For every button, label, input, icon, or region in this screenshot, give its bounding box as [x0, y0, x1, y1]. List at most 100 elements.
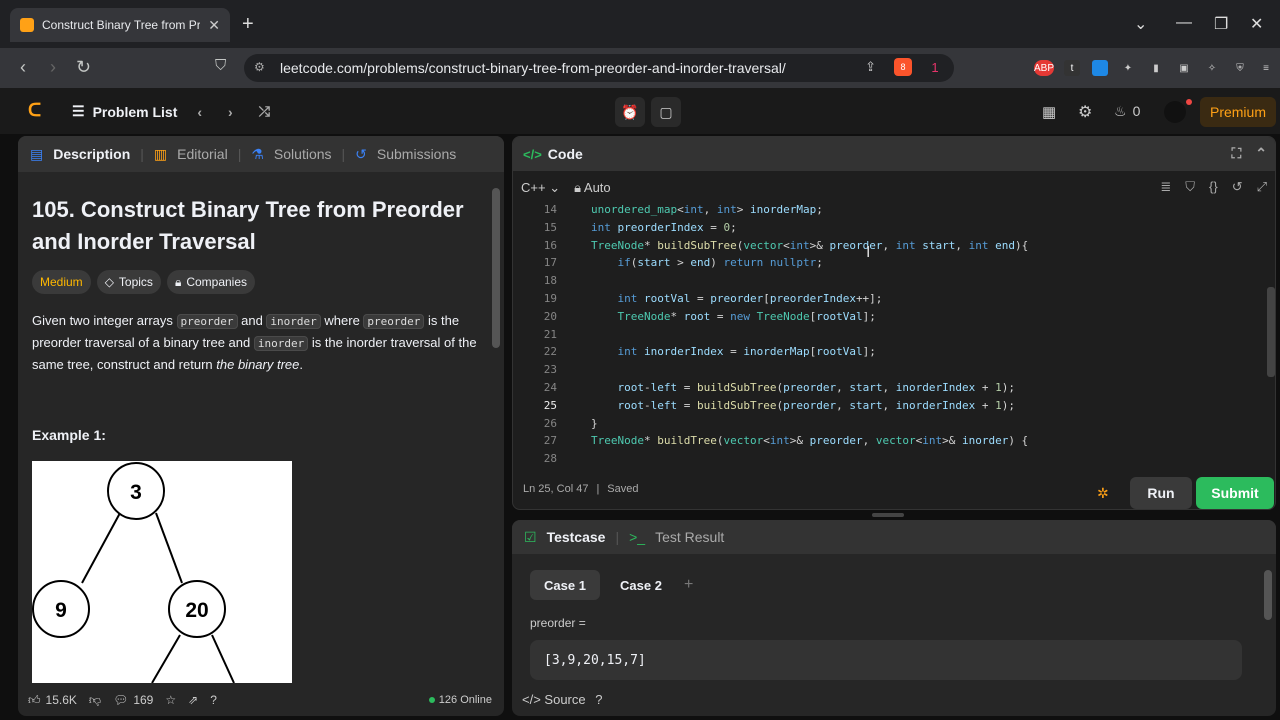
run-button[interactable]: Run	[1130, 477, 1192, 509]
problem-title[interactable]: 105. Construct Binary Tree from Preorder…	[32, 194, 472, 258]
code-line[interactable]: 14 unordered_map<int, int> inorderMap;	[513, 201, 1253, 219]
code-line[interactable]: 20 TreeNode* root = new TreeNode[rootVal…	[513, 308, 1253, 326]
code-line[interactable]: 21	[513, 326, 1253, 344]
site-info-icon[interactable]: ⚙	[254, 60, 265, 74]
code-icon: </>	[522, 692, 541, 707]
testcase-panel: ☑ Testcase | >_ Test Result Case 1 Case …	[512, 520, 1276, 716]
back-icon[interactable]: ‹	[20, 57, 26, 78]
notes-icon[interactable]: ▢	[651, 97, 681, 127]
thumbs-down-icon[interactable]: 👎︎	[89, 693, 101, 708]
problem-list-link[interactable]: Problem List	[93, 104, 178, 120]
close-window-icon[interactable]: ✕	[1250, 14, 1263, 34]
auto-mode[interactable]: 🔒︎ Auto	[574, 180, 611, 196]
description-icon: ▤	[30, 145, 44, 162]
translate-extension-icon[interactable]	[1092, 60, 1108, 76]
panel-resize-handle[interactable]	[872, 513, 904, 517]
bookmark-icon[interactable]: ⛉	[215, 57, 226, 74]
source-link[interactable]: </> Source ?	[522, 692, 602, 707]
code-line[interactable]: 25 root-left = buildSubTree(preorder, st…	[513, 397, 1253, 415]
share-icon[interactable]: ⇪	[865, 59, 876, 75]
star-icon[interactable]: ☆	[165, 693, 176, 707]
scrollbar-thumb[interactable]	[492, 188, 500, 348]
layout-icon[interactable]: ▦	[1042, 103, 1056, 121]
preorder-input[interactable]: [3,9,20,15,7]	[530, 640, 1242, 680]
like-button[interactable]: 👍︎ 15.6K	[28, 693, 77, 708]
forward-icon[interactable]: ›	[50, 57, 56, 78]
code-line[interactable]: 17 if(start > end) return nullptr;	[513, 254, 1253, 272]
reset-icon[interactable]: ↺	[1232, 179, 1243, 195]
timer-icon[interactable]: ⏰	[615, 97, 645, 127]
tab-close-icon[interactable]: ✕	[208, 17, 220, 34]
list-icon[interactable]: ☰	[72, 103, 85, 120]
tab-testcase[interactable]: Testcase	[547, 529, 606, 545]
debug-icon[interactable]: ✲	[1097, 485, 1109, 502]
comments-button[interactable]: 💬︎ 169	[113, 693, 153, 707]
prev-problem-icon[interactable]: ‹	[197, 104, 202, 120]
left-scrollbar[interactable]	[492, 176, 500, 676]
wallet-icon[interactable]: ▣	[1176, 60, 1192, 76]
tab-test-result[interactable]: Test Result	[655, 529, 724, 545]
tab-solutions[interactable]: Solutions	[274, 146, 332, 162]
case-2-tab[interactable]: Case 2	[606, 570, 676, 600]
shuffle-icon[interactable]: ⤮	[259, 103, 270, 120]
help-icon[interactable]: ?	[210, 693, 217, 707]
code-line[interactable]: 28	[513, 450, 1253, 465]
companies-tag[interactable]: 🔒︎ Companies	[166, 270, 256, 294]
code-line[interactable]: 15 int preorderIndex = 0;	[513, 219, 1253, 237]
tab-search-icon[interactable]: ⌄	[1134, 14, 1147, 34]
url-text: leetcode.com/problems/construct-binary-t…	[280, 60, 786, 76]
tab-editorial[interactable]: Editorial	[177, 146, 228, 162]
sidebar-icon[interactable]: ▮	[1148, 60, 1164, 76]
brave-rewards-icon[interactable]: 1	[926, 58, 944, 76]
new-tab-button[interactable]: +	[242, 13, 254, 36]
expand-icon[interactable]: ⤢	[1257, 179, 1267, 195]
restore-icon[interactable]: ❐	[1214, 14, 1228, 34]
case-1-tab[interactable]: Case 1	[530, 570, 600, 600]
help-icon[interactable]: ?	[595, 692, 602, 707]
settings-gear-icon[interactable]: ⚙	[1078, 102, 1092, 122]
brave-shield-icon[interactable]: 8	[894, 58, 912, 76]
tumblr-extension-icon[interactable]: t	[1064, 60, 1080, 76]
code-line[interactable]: 23	[513, 361, 1253, 379]
add-case-button[interactable]: +	[670, 570, 707, 600]
streak-counter[interactable]: ♨ 0	[1114, 103, 1140, 120]
code-editor[interactable]: 14 unordered_map<int, int> inorderMap; 15 i…	[513, 201, 1275, 465]
code-line[interactable]: 27 TreeNode* buildTree(vector<int>& preor…	[513, 432, 1253, 450]
url-field[interactable]: ⚙ leetcode.com/problems/construct-binary…	[244, 54, 954, 82]
testcase-scrollbar[interactable]	[1264, 570, 1272, 620]
tab-divider: |	[140, 146, 144, 162]
fullscreen-icon[interactable]: ⛶	[1231, 145, 1241, 162]
tab-submissions[interactable]: Submissions	[377, 146, 456, 162]
collapse-icon[interactable]: ⌃	[1255, 145, 1267, 162]
code-line[interactable]: 16 TreeNode* buildSubTree(vector<int>& pr…	[513, 237, 1253, 255]
line-number: 23	[543, 363, 557, 377]
line-number: 26	[543, 416, 557, 430]
browser-tab[interactable]: Construct Binary Tree from Prec ✕	[10, 8, 230, 42]
save-status: Saved	[607, 483, 639, 495]
code-line[interactable]: 26}	[513, 415, 1253, 433]
format-icon[interactable]: ≣	[1160, 179, 1171, 195]
adblock-extension-icon[interactable]: ABP	[1034, 60, 1054, 76]
leetcode-logo-icon[interactable]: ᑕ	[28, 100, 41, 121]
braces-icon[interactable]: {}	[1209, 179, 1218, 195]
vpn-icon[interactable]: ⛨	[1232, 60, 1248, 76]
share-icon[interactable]: ⇗	[188, 693, 198, 707]
minimize-icon[interactable]: —	[1176, 14, 1192, 32]
submit-button[interactable]: Submit	[1196, 477, 1274, 509]
topics-tag[interactable]: ◇ Topics	[96, 270, 161, 294]
browser-menu-icon[interactable]: ≡	[1258, 60, 1274, 76]
editor-scrollbar[interactable]	[1267, 287, 1275, 377]
leo-ai-icon[interactable]: ✧	[1204, 60, 1220, 76]
code-line[interactable]: 18	[513, 272, 1253, 290]
bookmark-icon[interactable]: ⛉	[1185, 179, 1195, 195]
code-line[interactable]: 19 int rootVal = preorder[preorderIndex+…	[513, 290, 1253, 308]
code-line[interactable]: 22 int inorderIndex = inorderMap[rootVal…	[513, 343, 1253, 361]
avatar[interactable]	[1164, 101, 1186, 123]
next-problem-icon[interactable]: ›	[228, 104, 233, 120]
premium-button[interactable]: Premium	[1200, 97, 1276, 127]
code-line[interactable]: 24 root-left = buildSubTree(preorder, st…	[513, 379, 1253, 397]
tab-description[interactable]: Description	[53, 146, 130, 162]
language-select[interactable]: C++ ⌄	[521, 180, 560, 196]
extensions-icon[interactable]: ✦	[1120, 60, 1136, 76]
reload-icon[interactable]: ↻	[76, 57, 91, 78]
